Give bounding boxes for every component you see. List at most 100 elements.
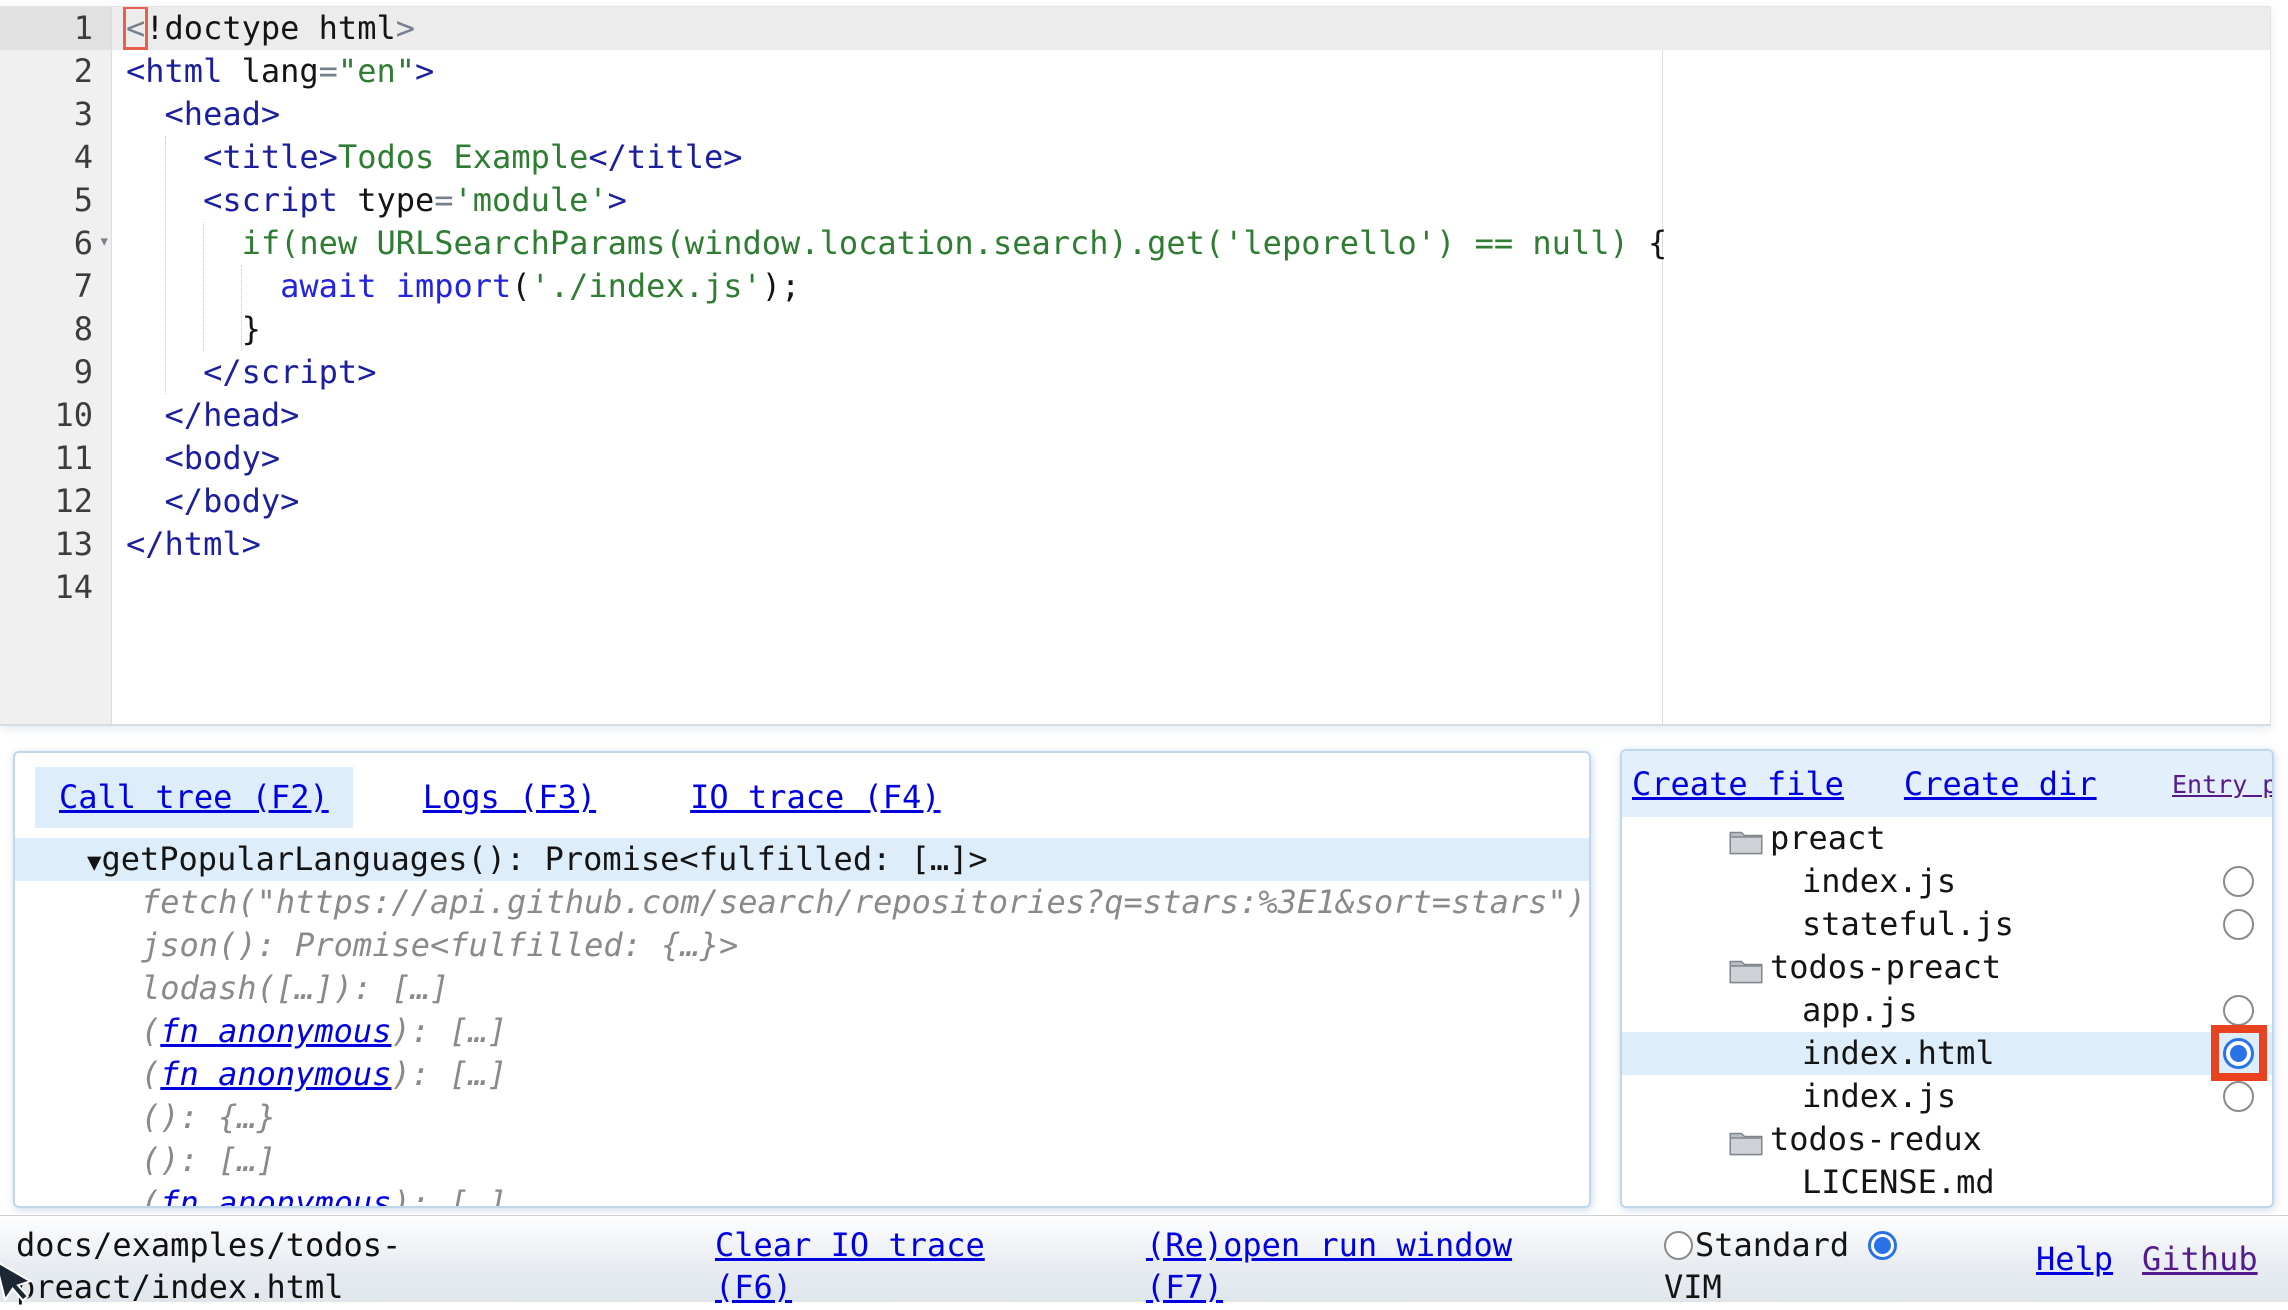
- file-row[interactable]: app.js: [1622, 989, 2272, 1032]
- create-file-link[interactable]: Create file: [1632, 763, 1844, 806]
- file-panel-header: Create file Create dir Entry point: [1622, 751, 2272, 817]
- code-line[interactable]: <body>: [112, 437, 2270, 480]
- call-tree-row[interactable]: (): {…}: [15, 1096, 1589, 1139]
- call-tree-row-text: ): […]: [391, 1012, 507, 1050]
- code-line[interactable]: }: [112, 308, 2270, 351]
- code-token: [126, 267, 280, 305]
- code-line[interactable]: if(new URLSearchParams(window.location.s…: [112, 222, 2270, 265]
- entry-point-radio[interactable]: [2223, 866, 2254, 897]
- line-number: 11: [0, 437, 111, 480]
- entry-point-link[interactable]: Entry point: [2172, 768, 2262, 801]
- code-token: <title>: [203, 138, 338, 176]
- line-number: 5: [0, 179, 111, 222]
- entry-point-radio[interactable]: [2223, 1081, 2254, 1112]
- code-token: "en": [338, 52, 415, 90]
- code-token: </html>: [126, 525, 261, 563]
- file-row[interactable]: stateful.js: [1622, 903, 2272, 946]
- keybinding-radio-standard[interactable]: [1664, 1231, 1693, 1260]
- keybinding-standard-label: Standard: [1695, 1226, 1849, 1264]
- call-tree-root-label: getPopularLanguages(): Promise<fulfilled…: [101, 840, 987, 878]
- expand-arrow-icon[interactable]: ▼: [87, 848, 101, 876]
- code-token: [222, 52, 241, 90]
- code-token: </script>: [203, 353, 376, 391]
- file-name: index.js: [1622, 1077, 1956, 1115]
- entry-point-radio[interactable]: [2223, 909, 2254, 940]
- call-tree-row-text: json(): Promise<fulfilled: {…}>: [141, 926, 738, 964]
- file-name: LICENSE.md: [1622, 1163, 1995, 1201]
- code-line[interactable]: </html>: [112, 523, 2270, 566]
- line-number: 6▾: [0, 222, 111, 265]
- dir-name: todos-preact: [1622, 948, 2001, 986]
- code-line[interactable]: </head>: [112, 394, 2270, 437]
- file-row[interactable]: index.html: [1622, 1032, 2272, 1075]
- keybinding-switch: Standard VIM: [1664, 1224, 1926, 1308]
- code-token: </body>: [165, 482, 300, 520]
- call-tree-row[interactable]: json(): Promise<fulfilled: {…}>: [15, 924, 1589, 967]
- panel-tabs: Call tree (F2) Logs (F3) IO trace (F4): [15, 753, 1589, 828]
- tab-logs[interactable]: Logs (F3): [399, 767, 620, 828]
- code-token: >: [396, 9, 415, 47]
- tab-io-trace[interactable]: IO trace (F4): [666, 767, 964, 828]
- dir-row[interactable]: todos-preact: [1622, 946, 2272, 989]
- file-name: stateful.js: [1622, 905, 2014, 943]
- line-number: 4: [0, 136, 111, 179]
- fn-anonymous-link[interactable]: fn anonymous: [160, 1055, 391, 1093]
- current-file-path: docs/examples/todos-preact/index.html: [16, 1224, 416, 1308]
- code-token: );: [762, 267, 801, 305]
- dir-row[interactable]: todos-redux: [1622, 1118, 2272, 1161]
- call-tree-row-text: (: [141, 1012, 160, 1050]
- code-token: './index.js': [531, 267, 762, 305]
- code-token: </head>: [165, 396, 300, 434]
- code-token: [126, 353, 203, 391]
- fn-anonymous-link[interactable]: fn anonymous: [160, 1012, 391, 1050]
- code-area[interactable]: <!doctype html><html lang="en"> <head> <…: [112, 7, 2270, 724]
- file-row[interactable]: index.js: [1622, 860, 2272, 903]
- line-number: 3: [0, 93, 111, 136]
- code-token: <body>: [165, 439, 281, 477]
- call-tree-row-root[interactable]: ▼getPopularLanguages(): Promise<fulfille…: [15, 838, 1589, 881]
- fold-marker-icon[interactable]: ▾: [99, 220, 110, 263]
- code-line[interactable]: await import('./index.js');: [112, 265, 2270, 308]
- code-line[interactable]: [112, 566, 2270, 609]
- reopen-run-window-link[interactable]: (Re)open run window (F7): [1146, 1224, 1536, 1308]
- code-line[interactable]: <html lang="en">: [112, 50, 2270, 93]
- code-line[interactable]: <title>Todos Example</title>: [112, 136, 2270, 179]
- call-tree-row[interactable]: (fn anonymous): […]: [15, 1182, 1589, 1208]
- file-row[interactable]: LICENSE.md: [1622, 1161, 2272, 1204]
- code-token: <html: [126, 52, 222, 90]
- call-tree-row[interactable]: fetch("https://api.github.com/search/rep…: [15, 881, 1589, 924]
- code-line[interactable]: </body>: [112, 480, 2270, 523]
- code-line[interactable]: <!doctype html>: [112, 7, 2270, 50]
- code-line[interactable]: </script>: [112, 351, 2270, 394]
- call-tree-row-text: (: [141, 1055, 160, 1093]
- code-line[interactable]: <head>: [112, 93, 2270, 136]
- dir-row[interactable]: preact: [1622, 817, 2272, 860]
- code-token: [126, 138, 203, 176]
- code-token: [126, 224, 242, 262]
- code-token: }: [126, 310, 261, 348]
- file-row[interactable]: index.js: [1622, 1075, 2272, 1118]
- github-link[interactable]: Github: [2142, 1238, 2258, 1280]
- code-editor[interactable]: 123456▾7891011121314 <!doctype html><htm…: [0, 6, 2271, 726]
- call-tree-row[interactable]: lodash([…]): […]: [15, 967, 1589, 1010]
- line-number: 10: [0, 394, 111, 437]
- code-line[interactable]: <script type='module'>: [112, 179, 2270, 222]
- code-token: if(new URLSearchParams(window.location.s…: [242, 224, 1648, 262]
- code-token: !doctype html: [145, 9, 395, 47]
- clear-io-trace-link[interactable]: Clear IO trace (F6): [715, 1224, 1015, 1308]
- code-token: <script: [203, 181, 338, 219]
- keybinding-radio-vim[interactable]: [1868, 1231, 1897, 1260]
- call-tree-row-text: lodash([…]): […]: [141, 969, 449, 1007]
- call-tree-row[interactable]: (fn anonymous): […]: [15, 1053, 1589, 1096]
- code-token: {: [1648, 224, 1667, 262]
- fn-anonymous-link[interactable]: fn anonymous: [160, 1184, 391, 1208]
- tab-call-tree[interactable]: Call tree (F2): [35, 767, 353, 828]
- code-token: (: [511, 267, 530, 305]
- create-dir-link[interactable]: Create dir: [1904, 763, 2097, 806]
- status-bar: docs/examples/todos-preact/index.html Cl…: [0, 1215, 2288, 1302]
- call-tree-row[interactable]: (fn anonymous): […]: [15, 1010, 1589, 1053]
- file-name: index.html: [1622, 1034, 1995, 1072]
- entry-point-radio[interactable]: [2223, 995, 2254, 1026]
- help-link[interactable]: Help: [2036, 1238, 2113, 1280]
- call-tree-row[interactable]: (): […]: [15, 1139, 1589, 1182]
